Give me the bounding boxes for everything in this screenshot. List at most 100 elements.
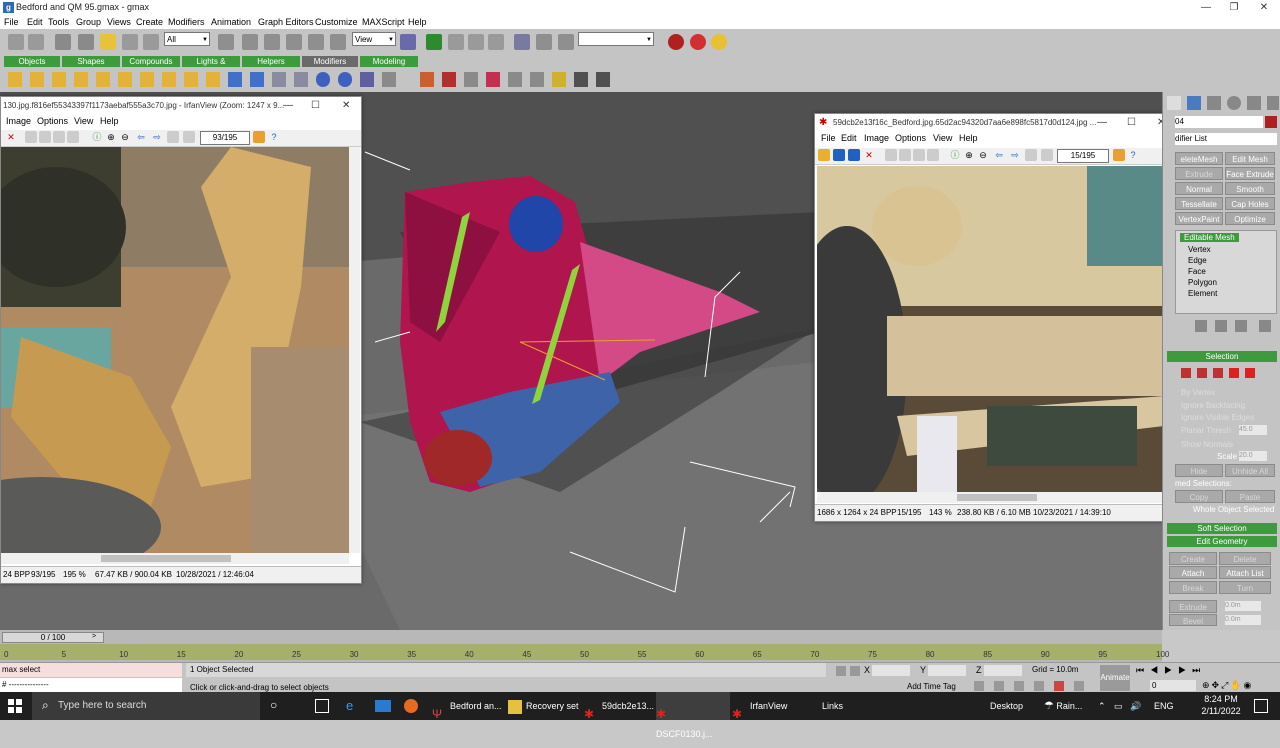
select-icon[interactable] <box>100 34 116 50</box>
menu-group[interactable]: Group <box>76 17 101 27</box>
make-unique-icon[interactable] <box>1235 320 1247 332</box>
noise-icon[interactable] <box>74 72 88 87</box>
help-icon[interactable]: ? <box>268 131 280 143</box>
copy-icon[interactable] <box>39 131 51 143</box>
time-slider[interactable]: 0 / 100 <box>2 632 104 643</box>
twist-icon[interactable] <box>52 72 66 87</box>
previous-icon[interactable]: ⇦ <box>993 149 1005 161</box>
stack-item-edge[interactable]: Edge <box>1188 256 1207 265</box>
hide-button[interactable]: Hide <box>1175 464 1223 477</box>
rotate-right-icon[interactable] <box>183 131 195 143</box>
attach-button[interactable]: Attach <box>1169 566 1217 579</box>
optimize-icon[interactable] <box>486 72 500 87</box>
next-icon[interactable]: ⇨ <box>1009 149 1021 161</box>
taskbar-item-irfanview-bedford[interactable]: ✱ 59dcb2e13... <box>584 692 656 721</box>
menu-view[interactable]: View <box>74 116 93 126</box>
normal-button[interactable]: Normal <box>1175 182 1223 195</box>
move-icon[interactable] <box>242 34 258 50</box>
zoom-in-icon[interactable]: ⊕ <box>963 149 975 161</box>
clock-time[interactable]: 8:24 PM <box>1196 694 1246 704</box>
slider-next-icon[interactable]: > <box>92 632 102 641</box>
tab-shapes[interactable]: Shapes <box>62 56 120 67</box>
minimize-icon[interactable]: — <box>283 97 293 115</box>
close-icon[interactable]: ✕ <box>342 97 350 115</box>
angle-snap-icon[interactable] <box>994 681 1004 691</box>
menu-image[interactable]: Image <box>6 116 31 126</box>
menu-tools[interactable]: Tools <box>48 17 69 27</box>
link-icon[interactable] <box>55 34 71 50</box>
selection-rollout[interactable]: Selection <box>1167 351 1277 362</box>
named-selection-icon[interactable] <box>558 34 574 50</box>
vol-select-icon[interactable] <box>382 72 396 87</box>
restrict-y-icon[interactable] <box>468 34 484 50</box>
x-coordinate-field[interactable] <box>872 665 910 676</box>
paste-icon[interactable] <box>53 131 65 143</box>
delete-mesh-button[interactable]: eleteMesh <box>1175 152 1223 165</box>
ignore-visible-edges-checkbox[interactable]: Ignore Visible Edges <box>1181 413 1254 422</box>
stack-item-editable-mesh[interactable]: Editable Mesh <box>1180 233 1239 242</box>
reference-coordinate-dropdown[interactable]: View <box>352 32 396 47</box>
turn-button[interactable]: Turn <box>1219 581 1271 594</box>
hierarchy-tab-icon[interactable] <box>1207 96 1221 110</box>
current-frame-field[interactable]: 0 <box>1150 680 1196 691</box>
rotate-right-icon[interactable] <box>1041 149 1053 161</box>
menu-image[interactable]: Image <box>864 133 889 143</box>
selection-filter-dropdown[interactable]: All <box>164 32 210 47</box>
break-button[interactable]: Break <box>1169 581 1217 594</box>
material-icon[interactable] <box>552 72 566 87</box>
save-icon[interactable] <box>848 149 860 161</box>
lock-selection-icon[interactable] <box>836 666 846 676</box>
horizontal-scrollbar[interactable] <box>817 492 1164 503</box>
squeeze-icon[interactable] <box>118 72 132 87</box>
zoom-out-icon[interactable]: ⊖ <box>977 149 989 161</box>
tab-objects[interactable]: Objects <box>4 56 60 67</box>
edge-browser-icon[interactable]: e <box>346 698 353 713</box>
help-icon[interactable]: ? <box>1127 149 1139 161</box>
rotate-left-icon[interactable] <box>1025 149 1037 161</box>
smooth-icon[interactable] <box>574 72 588 87</box>
tessellate-button[interactable]: Tessellate <box>1175 197 1223 210</box>
maximize-icon[interactable]: ☐ <box>1127 114 1136 132</box>
scale-icon[interactable] <box>286 34 302 50</box>
menu-help[interactable]: Help <box>959 133 978 143</box>
extrude-amount-spinner[interactable]: 0.0m <box>1225 601 1261 611</box>
unwrap-icon[interactable] <box>250 72 264 87</box>
menu-file[interactable]: File <box>821 133 836 143</box>
irfanview-window-left[interactable]: 130.jpg.f816ef55343397f1173aebaf555a3c70… <box>0 96 362 584</box>
maxscript-listener[interactable]: max select <box>0 663 182 677</box>
quick-render-icon[interactable] <box>711 34 727 50</box>
edge-mode-icon[interactable] <box>1197 368 1207 378</box>
uvw-map-icon[interactable] <box>228 72 242 87</box>
face-mode-icon[interactable] <box>1213 368 1223 378</box>
menu-help[interactable]: Help <box>408 17 427 27</box>
open-icon[interactable] <box>818 149 830 161</box>
pin-stack-icon[interactable] <box>1195 320 1207 332</box>
mesh-smooth-icon[interactable] <box>442 72 456 87</box>
pivot-icon[interactable] <box>400 34 416 50</box>
settings-icon[interactable] <box>1113 149 1125 161</box>
show-normals-checkbox[interactable]: Show Normals <box>1181 440 1233 449</box>
vertex-mode-icon[interactable] <box>1181 368 1191 378</box>
taskbar-item-irfanview[interactable]: ✱ IrfanView <box>732 692 804 721</box>
viewport-navigation[interactable]: ⊕✥⤢✋◉ <box>1202 680 1274 691</box>
menu-options[interactable]: Options <box>895 133 926 143</box>
axis-constraint-icon[interactable] <box>426 34 442 50</box>
menu-file[interactable]: File <box>4 17 19 27</box>
redo-icon[interactable] <box>28 34 44 50</box>
undo-icon[interactable] <box>67 131 79 143</box>
animate-button[interactable]: Animate <box>1100 665 1130 691</box>
stack-item-vertex[interactable]: Vertex <box>1188 245 1211 254</box>
vertex-paint-button[interactable]: VertexPaint <box>1175 212 1223 225</box>
relax-icon[interactable] <box>530 72 544 87</box>
modifier-list-dropdown[interactable]: difier List <box>1175 133 1277 145</box>
extrude-button[interactable]: Extrude <box>1175 167 1223 180</box>
ripple-icon[interactable] <box>140 72 154 87</box>
material-editor-icon[interactable] <box>668 34 684 50</box>
menu-graph-editors[interactable]: Graph Editors <box>258 17 314 27</box>
tab-lights-cameras[interactable]: Lights & Cameras <box>182 56 240 77</box>
normal-scale-spinner[interactable]: 20.0 <box>1239 451 1267 461</box>
optimize-button[interactable]: Optimize <box>1225 212 1275 225</box>
keyboard-shortcut-icon[interactable] <box>1054 681 1064 691</box>
polygon-mode-icon[interactable] <box>1229 368 1239 378</box>
unhide-all-button[interactable]: Unhide All <box>1225 464 1275 477</box>
